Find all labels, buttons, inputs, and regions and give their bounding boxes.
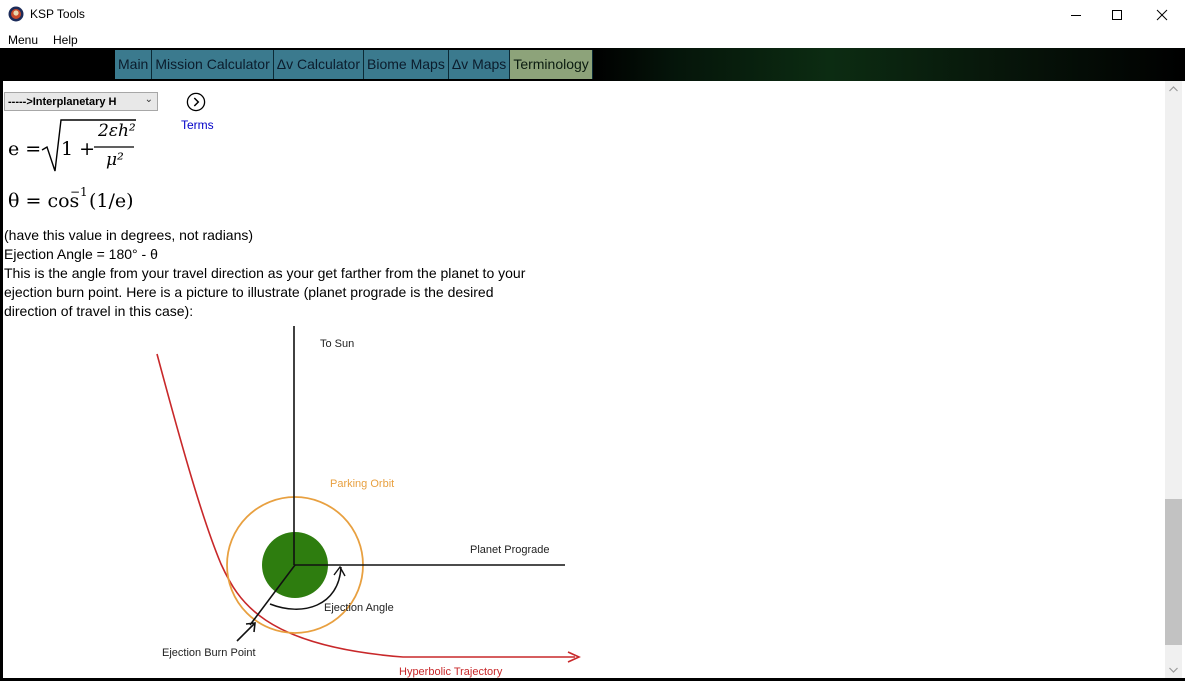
label-parking-orbit: Parking Orbit — [330, 478, 394, 490]
topic-dropdown-value: ----->Interplanetary H — [8, 96, 117, 108]
label-ejection-angle: Ejection Angle — [324, 602, 394, 614]
next-terms-link[interactable]: Terms — [181, 118, 214, 132]
tab-mission-calculator[interactable]: Mission Calculator — [152, 50, 274, 79]
label-ejection-burn-point: Ejection Burn Point — [162, 647, 256, 659]
text-line-3: This is the angle from your travel direc… — [4, 265, 526, 281]
text-line-4: ejection burn point. Here is a picture t… — [4, 284, 494, 300]
content-pane: ----->Interplanetary H ⌄ Terms e = 1 + 2… — [3, 81, 1165, 678]
maximize-icon — [1112, 10, 1122, 20]
scroll-down-arrow-icon[interactable] — [1165, 661, 1182, 678]
theta-exponent: −1 — [70, 185, 88, 199]
text-line-5: direction of travel in this case): — [4, 303, 194, 319]
tab-terminology[interactable]: Terminology — [510, 50, 593, 79]
tab-biome-maps[interactable]: Biome Maps — [364, 50, 449, 79]
maximize-button[interactable] — [1094, 0, 1140, 30]
tab-dv-calculator[interactable]: Δv Calculator — [273, 50, 365, 79]
theta-lhs: θ = cos — [8, 190, 80, 212]
scroll-up-arrow-icon[interactable] — [1165, 81, 1182, 98]
chevron-right-circle-icon[interactable] — [186, 92, 206, 112]
ejection-angle-diagram: To Sun Parking Orbit Planet Prograde Eje… — [156, 326, 581, 678]
theta-argument: (1/e) — [89, 190, 134, 212]
label-to-sun: To Sun — [320, 338, 354, 350]
close-button[interactable] — [1139, 0, 1185, 30]
topic-dropdown[interactable]: ----->Interplanetary H ⌄ — [4, 92, 158, 111]
menu-item-help[interactable]: Help — [53, 33, 78, 47]
vertical-scrollbar[interactable] — [1165, 81, 1182, 678]
menu-item-menu[interactable]: Menu — [8, 33, 38, 47]
nav-tabs: Main Mission Calculator Δv Calculator Bi… — [115, 50, 593, 79]
chevron-down-icon: ⌄ — [144, 94, 153, 105]
ksp-app-icon — [8, 6, 24, 22]
window-title: KSP Tools — [30, 7, 85, 21]
title-bar: KSP Tools — [0, 0, 1185, 30]
minimize-button[interactable] — [1053, 0, 1099, 30]
tab-main[interactable]: Main — [115, 50, 153, 79]
equation-numerator: 2εh² — [98, 121, 136, 141]
equation-denominator: μ² — [106, 150, 124, 170]
menu-bar: Menu Help — [0, 30, 1185, 48]
nav-strip: Main Mission Calculator Δv Calculator Bi… — [0, 48, 1185, 81]
close-icon — [1156, 9, 1168, 21]
burn-point-arrow — [236, 623, 255, 642]
minimize-icon — [1071, 15, 1081, 16]
scrollbar-thumb[interactable] — [1165, 499, 1182, 645]
equation-lhs: e = — [8, 138, 42, 160]
tab-dv-maps[interactable]: Δv Maps — [448, 50, 511, 79]
label-hyperbolic-trajectory: Hyperbolic Trajectory — [399, 666, 503, 678]
text-line-2: Ejection Angle = 180° - θ — [4, 246, 158, 262]
label-planet-prograde: Planet Prograde — [470, 544, 550, 556]
equation-one-plus: 1 + — [61, 138, 96, 160]
text-line-1: (have this value in degrees, not radians… — [4, 227, 254, 243]
